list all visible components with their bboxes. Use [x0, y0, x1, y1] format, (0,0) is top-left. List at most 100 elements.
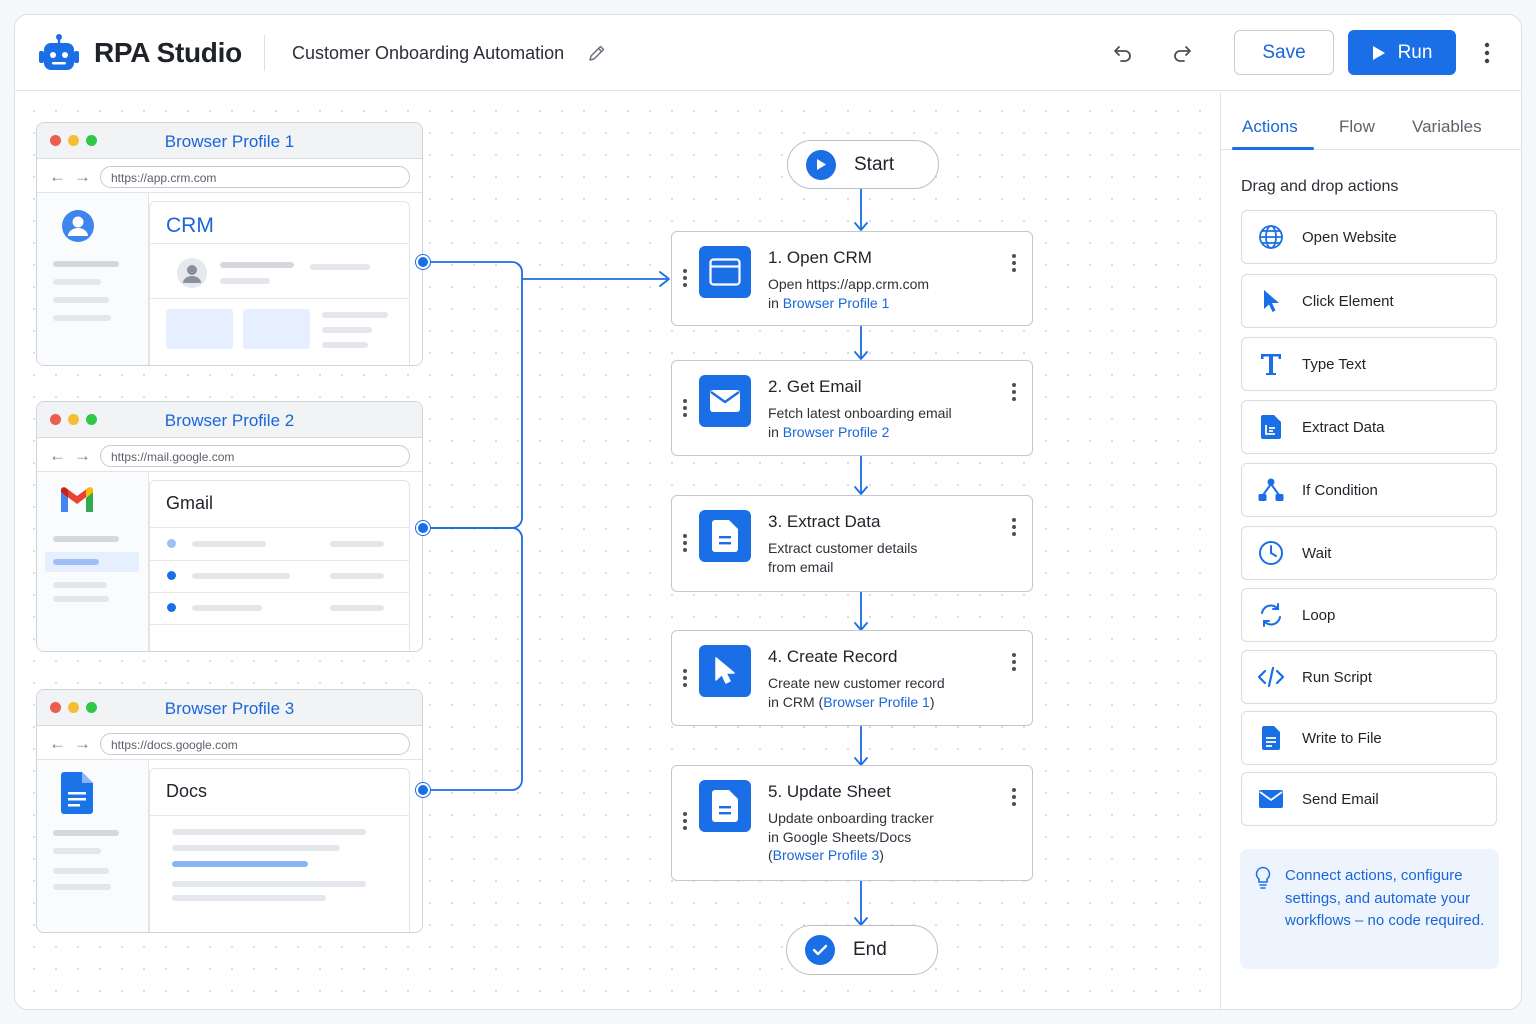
tip-box: Connect actions, configure settings, and… — [1240, 849, 1499, 969]
browser-profile-link[interactable]: Browser Profile 1 — [823, 694, 930, 710]
action-send-email[interactable]: Send Email — [1241, 772, 1497, 826]
browser-window-icon — [699, 246, 751, 298]
connection-port[interactable] — [416, 783, 430, 797]
panel-tabs: Actions Flow Variables — [1221, 92, 1521, 150]
drag-handle-icon[interactable] — [683, 811, 687, 833]
document-icon — [699, 780, 751, 832]
gmail-app-pane: Gmail — [149, 480, 410, 651]
browser-profile-title: Browser Profile 1 — [164, 132, 295, 151]
browser-sidebar — [37, 760, 149, 932]
play-icon — [1372, 45, 1385, 60]
active-tab-indicator — [1232, 147, 1314, 150]
flow-step-update-sheet[interactable]: 5. Update Sheet Update onboarding tracke… — [671, 765, 1033, 881]
end-label: End — [853, 939, 887, 960]
browser-profile-3-window[interactable]: Browser Profile 3 ←→ https://docs.google… — [36, 689, 423, 933]
undo-button[interactable] — [1107, 37, 1139, 69]
more-vertical-icon[interactable] — [1012, 653, 1016, 674]
workflow-canvas[interactable]: Browser Profile 1 ←→ https://app.crm.com — [15, 92, 1220, 1009]
step-description: Fetch latest onboarding email in Browser… — [768, 405, 952, 440]
browser-profile-link[interactable]: Browser Profile 2 — [783, 424, 890, 440]
action-label: Send Email — [1302, 790, 1379, 808]
step-description: Open https://app.crm.com in Browser Prof… — [768, 276, 930, 311]
browser-sidebar — [37, 472, 149, 651]
browser-profile-link[interactable]: Browser Profile 1 — [783, 295, 890, 311]
section-label: Drag and drop actions — [1241, 178, 1399, 195]
action-wait[interactable]: Wait — [1241, 526, 1497, 580]
drag-handle-icon[interactable] — [683, 398, 687, 420]
actions-panel: Actions Flow Variables Drag and drop act… — [1220, 92, 1521, 1009]
browser-profile-link[interactable]: Browser Profile 3 — [773, 847, 880, 863]
action-label: Wait — [1302, 544, 1332, 562]
action-open-website[interactable]: Open Website — [1241, 210, 1497, 264]
connection-port[interactable] — [416, 521, 430, 535]
app-title: RPA Studio — [94, 37, 242, 68]
browser-urlbar: ←→ https://docs.google.com — [37, 726, 422, 760]
browser-content: Docs — [37, 760, 422, 932]
tab-actions[interactable]: Actions — [1242, 117, 1298, 137]
action-loop[interactable]: Loop — [1241, 588, 1497, 642]
document-icon — [699, 510, 751, 562]
drag-handle-icon[interactable] — [683, 269, 687, 290]
redo-button[interactable] — [1166, 37, 1198, 69]
more-menu-button[interactable] — [1471, 37, 1503, 69]
cursor-icon — [1257, 287, 1285, 315]
play-circle-icon — [806, 149, 836, 180]
step-description: Update onboarding tracker in Google Shee… — [768, 810, 934, 863]
action-extract-data[interactable]: Extract Data — [1241, 400, 1497, 454]
more-vertical-icon[interactable] — [1012, 254, 1016, 275]
robot-logo-icon — [39, 34, 79, 70]
run-button-label: Run — [1397, 41, 1433, 63]
step-title: 3. Extract Data — [768, 512, 881, 531]
start-node[interactable]: Start — [787, 140, 939, 189]
connection-port[interactable] — [416, 255, 430, 269]
docs-app-title: Docs — [166, 781, 208, 801]
flow-step-create-record[interactable]: 4. Create Record Create new customer rec… — [671, 630, 1033, 726]
save-button[interactable]: Save — [1234, 30, 1334, 75]
undo-icon — [1114, 46, 1131, 62]
browser-profile-2-window[interactable]: Browser Profile 2 ←→ https://mail.google… — [36, 401, 423, 652]
browser-url: https://app.crm.com — [100, 166, 410, 188]
run-button[interactable]: Run — [1348, 30, 1456, 75]
flow-step-open-crm[interactable]: 1. Open CRM Open https://app.crm.com in … — [671, 231, 1033, 326]
back-forward-icon: ←→ — [49, 167, 99, 186]
browser-titlebar: Browser Profile 2 — [37, 402, 422, 438]
browser-profile-1-window[interactable]: Browser Profile 1 ←→ https://app.crm.com — [36, 122, 423, 366]
tab-variables[interactable]: Variables — [1412, 117, 1482, 137]
end-node[interactable]: End — [786, 925, 938, 975]
more-vertical-icon[interactable] — [1012, 788, 1016, 809]
browser-titlebar: Browser Profile 1 — [37, 123, 422, 159]
action-label: Click Element — [1302, 292, 1394, 310]
action-run-script[interactable]: Run Script — [1241, 650, 1497, 704]
tab-flow[interactable]: Flow — [1339, 117, 1375, 137]
code-icon — [1257, 663, 1285, 691]
google-docs-logo-icon — [61, 772, 93, 814]
workflow-title[interactable]: Customer Onboarding Automation — [292, 43, 564, 64]
docs-app-pane: Docs — [149, 768, 410, 932]
step-title: 4. Create Record — [768, 647, 898, 666]
drag-handle-icon[interactable] — [683, 668, 687, 690]
app-window: RPA Studio Customer Onboarding Automatio… — [14, 14, 1522, 1010]
step-title: 1. Open CRM — [768, 248, 872, 267]
crm-app-pane: CRM — [149, 201, 410, 365]
document-extract-icon — [1257, 413, 1285, 441]
action-label: Open Website — [1302, 228, 1397, 246]
gmail-app-title: Gmail — [166, 493, 214, 513]
action-type-text[interactable]: Type Text — [1241, 337, 1497, 391]
more-vertical-icon[interactable] — [1012, 518, 1016, 539]
mail-icon — [1257, 785, 1285, 813]
browser-url: https://mail.google.com — [100, 445, 410, 467]
browser-urlbar: ←→ https://mail.google.com — [37, 438, 422, 472]
flow-step-get-email[interactable]: 2. Get Email Fetch latest onboarding ema… — [671, 360, 1033, 456]
action-write-to-file[interactable]: Write to File — [1241, 711, 1497, 765]
browser-content: Gmail — [37, 472, 422, 651]
step-description: Extract customer details from email — [768, 540, 918, 575]
text-t-icon — [1257, 350, 1285, 378]
flow-step-extract-data[interactable]: 3. Extract Data Extract customer details… — [671, 495, 1033, 592]
action-if-condition[interactable]: If Condition — [1241, 463, 1497, 517]
more-vertical-icon[interactable] — [1012, 383, 1016, 404]
drag-handle-icon[interactable] — [683, 534, 687, 555]
contact-avatar-icon — [177, 258, 207, 288]
edit-pencil-icon[interactable] — [587, 43, 607, 63]
action-click-element[interactable]: Click Element — [1241, 274, 1497, 328]
action-label: Run Script — [1302, 668, 1373, 686]
